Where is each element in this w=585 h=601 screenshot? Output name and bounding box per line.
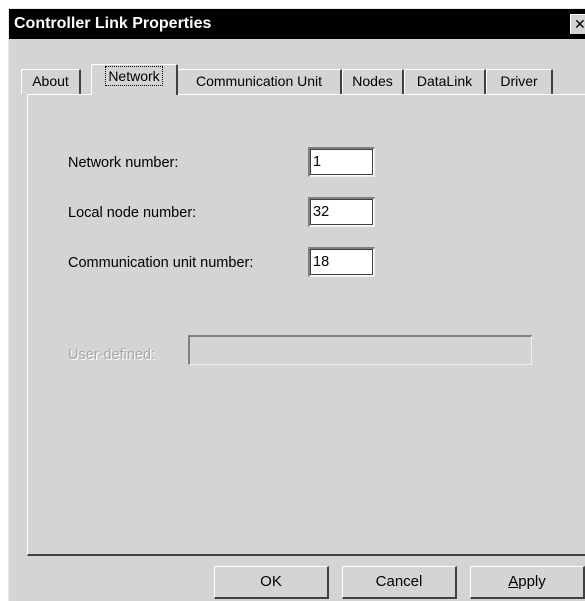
tab-datalink[interactable]: DataLink [404,69,486,94]
local-node-number-field[interactable]: 32 [308,197,375,227]
tab-driver[interactable]: Driver [486,69,553,94]
window-title: Controller Link Properties [14,15,212,32]
tab-communication-unit-label: Communication Unit [195,73,323,89]
apply-button[interactable]: Apply [470,566,585,599]
tab-nodes[interactable]: Nodes [342,69,404,94]
network-tab-panel: Network number: 1 Local node number: 32 … [27,94,585,556]
communication-unit-number-field[interactable]: 18 [308,247,375,277]
cancel-button[interactable]: Cancel [342,566,457,599]
user-defined-field [188,335,532,365]
tab-driver-label: Driver [500,73,538,89]
tab-communication-unit[interactable]: Communication Unit [177,69,342,94]
properties-dialog: Controller Link Properties ✕ About Netwo… [8,8,585,601]
close-button[interactable]: ✕ [570,14,585,34]
user-defined-label: User-defined: [68,347,156,363]
network-number-field[interactable]: 1 [308,147,375,177]
tab-nodes-label: Nodes [352,73,393,89]
local-node-number-label: Local node number: [68,205,197,221]
ok-button[interactable]: OK [214,566,329,599]
title-bar: Controller Link Properties ✕ [9,9,585,39]
tab-network-label: Network [105,66,163,86]
communication-unit-number-label: Communication unit number: [68,255,254,271]
network-number-label: Network number: [68,155,179,171]
tab-datalink-label: DataLink [416,73,473,89]
tab-about-label: About [32,73,69,89]
close-icon: ✕ [574,16,585,32]
tab-about[interactable]: About [21,69,81,94]
tab-network[interactable]: Network [91,64,178,95]
